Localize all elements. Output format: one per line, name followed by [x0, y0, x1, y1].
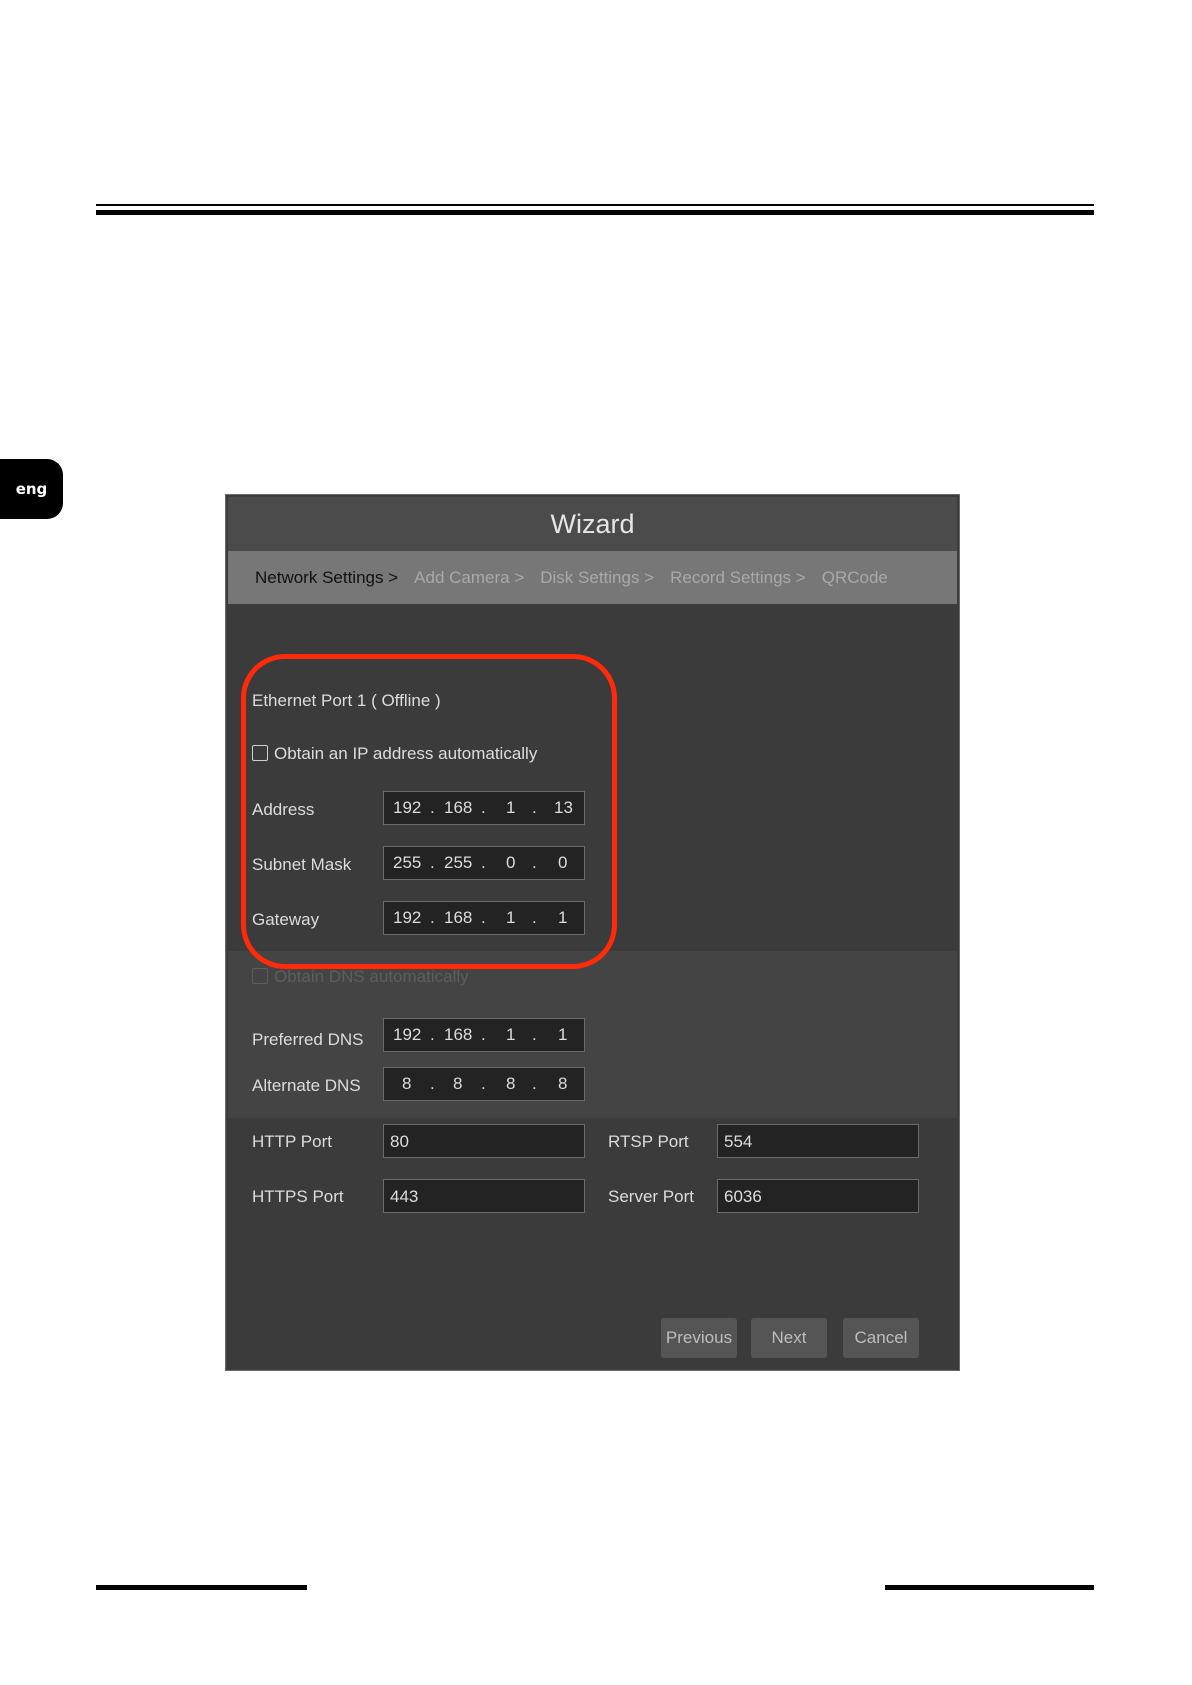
step-record-settings[interactable]: Record Settings > [670, 568, 806, 588]
previous-button[interactable]: Previous [661, 1318, 737, 1358]
subnet-mask-input[interactable]: 255 . 255 . 0 . 0 [383, 846, 585, 880]
server-port-input[interactable]: 6036 [717, 1179, 919, 1213]
rtsp-port-label: RTSP Port [608, 1132, 689, 1151]
rtsp-port-input[interactable]: 554 [717, 1124, 919, 1158]
obtain-ip-checkbox[interactable] [252, 745, 268, 761]
obtain-ip-label: Obtain an IP address automatically [274, 744, 538, 763]
http-port-input[interactable]: 80 [383, 1124, 585, 1158]
ip-settings-section: Ethernet Port 1 ( Offline ) Obtain an IP… [228, 610, 957, 951]
gateway-octet-4: 1 [558, 908, 568, 927]
preferred-dns-octet-2: 168 [444, 1025, 473, 1044]
subnet-octet-1: 255 [393, 853, 422, 872]
wizard-steps: Network Settings > Add Camera > Disk Set… [228, 551, 957, 604]
address-label: Address [252, 800, 315, 819]
header-rule-thick [96, 210, 1094, 215]
cancel-button[interactable]: Cancel [843, 1318, 919, 1358]
dns-settings-section: Obtain DNS automatically Preferred DNS 1… [228, 951, 957, 1118]
subnet-mask-label: Subnet Mask [252, 855, 352, 874]
http-port-label: HTTP Port [252, 1132, 332, 1151]
address-octet-1: 192 [393, 798, 422, 817]
alternate-dns-octet-4: 8 [558, 1074, 568, 1093]
step-add-camera[interactable]: Add Camera > [414, 568, 524, 588]
preferred-dns-octet-1: 192 [393, 1025, 422, 1044]
subnet-octet-2: 255 [444, 853, 473, 872]
step-qrcode[interactable]: QRCode [822, 568, 888, 588]
obtain-dns-label: Obtain DNS automatically [274, 967, 469, 986]
preferred-dns-input[interactable]: 192 . 168 . 1 . 1 [383, 1018, 585, 1052]
footer-rule-left [96, 1585, 307, 1590]
subnet-octet-4: 0 [558, 853, 568, 872]
footer-rule-right [885, 1585, 1094, 1590]
gateway-label: Gateway [252, 910, 320, 929]
alternate-dns-octet-3: 8 [506, 1074, 516, 1093]
alternate-dns-octet-2: 8 [453, 1074, 463, 1093]
https-port-input[interactable]: 443 [383, 1179, 585, 1213]
wizard-title: Wizard [228, 497, 957, 551]
language-tab-label: eng [15, 480, 48, 498]
alternate-dns-input[interactable]: 8 . 8 . 8 . 8 [383, 1067, 585, 1101]
gateway-input[interactable]: 192 . 168 . 1 . 1 [383, 901, 585, 935]
next-button[interactable]: Next [751, 1318, 827, 1358]
preferred-dns-octet-3: 1 [506, 1025, 516, 1044]
address-octet-4: 13 [554, 798, 573, 817]
alternate-dns-label: Alternate DNS [252, 1076, 361, 1095]
address-input[interactable]: 192 . 168 . 1 . 13 [383, 791, 585, 825]
gateway-octet-3: 1 [506, 908, 516, 927]
step-disk-settings[interactable]: Disk Settings > [540, 568, 654, 588]
server-port-label: Server Port [608, 1187, 694, 1206]
preferred-dns-label: Preferred DNS [252, 1030, 364, 1049]
obtain-dns-checkbox[interactable] [252, 968, 268, 984]
language-tab: eng [0, 459, 63, 519]
gateway-octet-2: 168 [444, 908, 473, 927]
subnet-octet-3: 0 [506, 853, 516, 872]
gateway-octet-1: 192 [393, 908, 422, 927]
ethernet-port-label: Ethernet Port 1 ( Offline ) [252, 691, 441, 710]
header-rule-thin [96, 204, 1094, 206]
preferred-dns-octet-4: 1 [558, 1025, 568, 1044]
alternate-dns-octet-1: 8 [402, 1074, 412, 1093]
address-octet-2: 168 [444, 798, 473, 817]
address-octet-3: 1 [506, 798, 516, 817]
wizard-window: Wizard Network Settings > Add Camera > D… [225, 494, 960, 1371]
step-network-settings[interactable]: Network Settings > [255, 568, 398, 588]
https-port-label: HTTPS Port [252, 1187, 344, 1206]
